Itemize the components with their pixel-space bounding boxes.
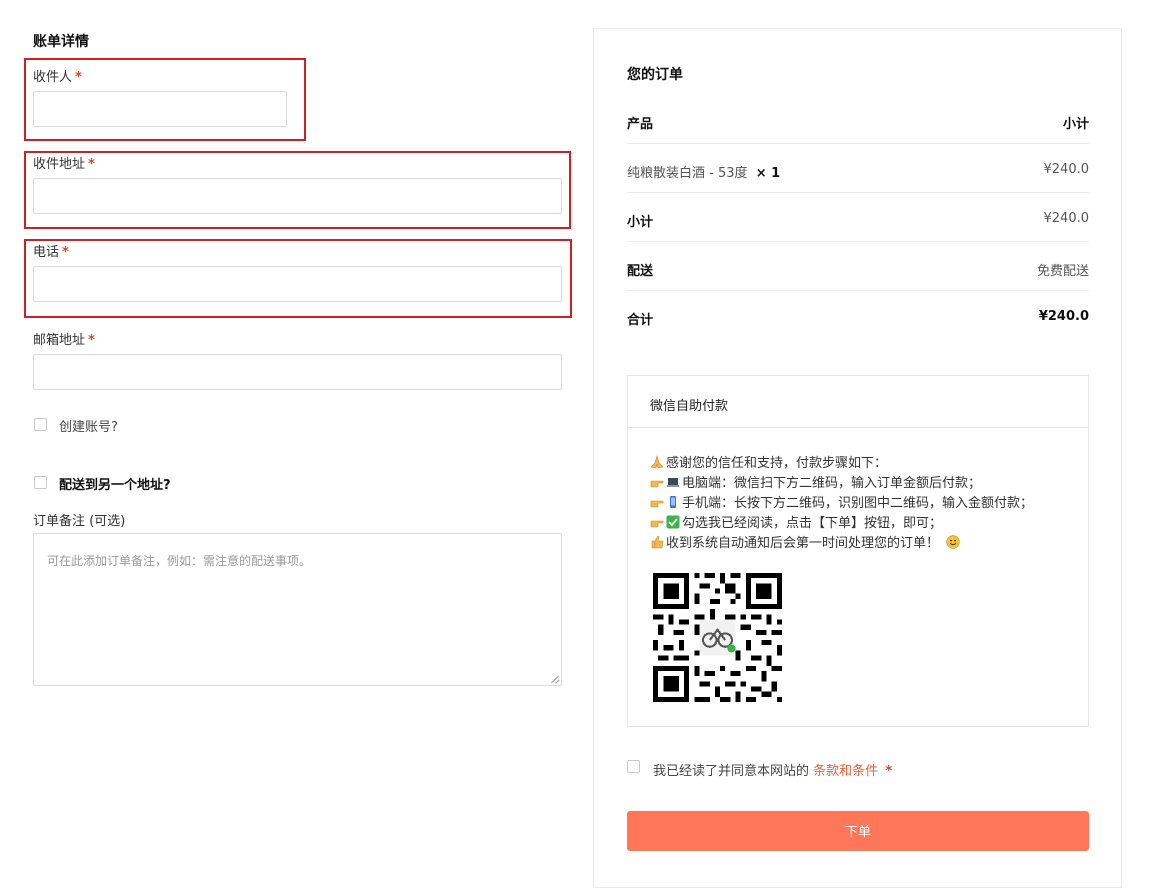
order-item-qty: × 1 <box>755 166 781 181</box>
order-item-row: 纯粮散装白酒 - 53度 × 1 ¥240.0 <box>627 144 1089 193</box>
terms-text: 我已经读了并同意本网站的 <box>653 764 810 779</box>
shipping-row: 配送 免费配送 <box>627 242 1089 291</box>
order-notes-textarea[interactable]: 可在此添加订单备注，例如：需注意的配送事项。 <box>33 533 562 686</box>
phone-icon <box>670 496 676 508</box>
shipping-value: 免费配送 <box>1036 264 1089 279</box>
subtotal-label: 小计 <box>627 215 654 230</box>
check-icon <box>666 515 680 529</box>
total-label: 合计 <box>627 313 654 328</box>
order-item-price: ¥240.0 <box>1043 162 1090 177</box>
shipping-label: 配送 <box>627 264 654 279</box>
payment-method-title: 微信自助付款 <box>650 399 729 414</box>
place-order-button[interactable]: 下单 <box>627 811 1089 851</box>
required-mark: * <box>885 764 893 779</box>
total-value: ¥240.0 <box>1038 309 1089 324</box>
ship-different-checkbox[interactable] <box>34 476 47 489</box>
required-mark: * <box>75 70 82 85</box>
create-account-label[interactable]: 创建账号? <box>59 416 118 435</box>
pointing-hand-icon <box>650 500 664 508</box>
payment-method-header[interactable]: 微信自助付款 <box>628 376 1088 428</box>
terms-label: 我已经读了并同意本网站的 条款和条件 * <box>653 760 892 779</box>
order-notes-label: 订单备注 (可选) <box>33 514 126 529</box>
order-item-name: 纯粮散装白酒 - 53度 <box>627 166 748 181</box>
payment-instruction-line: 手机端：长按下方二维码，识别图中二维码，输入金额付款； <box>650 492 1033 511</box>
order-item-product: 纯粮散装白酒 - 53度 × 1 <box>627 162 780 181</box>
laptop-icon <box>667 478 679 487</box>
payment-instruction-line: 感谢您的信任和支持，付款步骤如下： <box>650 452 887 471</box>
terms-link[interactable]: 条款和条件 <box>813 764 878 779</box>
terms-checkbox[interactable] <box>627 760 640 773</box>
ship-different-label[interactable]: 配送到另一个地址? <box>59 474 171 493</box>
payment-instruction-line: 勾选我已经阅读，点击【下单】按钮，即可； <box>650 512 942 531</box>
email-label: 邮箱地址 * <box>33 333 95 348</box>
resize-handle-icon[interactable] <box>551 675 559 683</box>
payment-qr-code <box>653 573 782 702</box>
subtotal-row: 小计 ¥240.0 <box>627 193 1089 242</box>
order-table-header: 产品 小计 <box>627 95 1089 144</box>
total-row: 合计 ¥240.0 <box>627 291 1089 340</box>
required-mark: * <box>88 157 95 172</box>
recipient-input[interactable] <box>33 91 287 127</box>
smile-icon <box>946 535 960 549</box>
subtotal-value: ¥240.0 <box>1043 211 1090 226</box>
required-mark: * <box>88 333 95 348</box>
subtotal-column-header: 小计 <box>1062 117 1089 132</box>
payment-instruction-line: 电脑端：微信扫下方二维码，输入订单金额后付款； <box>650 472 981 491</box>
phone-input[interactable] <box>33 266 562 302</box>
pointing-hand-icon <box>650 480 664 488</box>
billing-title: 账单详情 <box>33 34 89 50</box>
recipient-label: 收件人 * <box>33 70 82 85</box>
product-column-header: 产品 <box>627 117 654 132</box>
required-mark: * <box>62 245 69 260</box>
order-notes-placeholder: 可在此添加订单备注，例如：需注意的配送事项。 <box>47 554 312 568</box>
create-account-checkbox[interactable] <box>34 418 47 431</box>
payment-instruction-line: 收到系统自动通知后会第一时间处理您的订单！ <box>650 532 962 551</box>
thumbs-up-icon <box>651 535 664 549</box>
pointing-hand-icon <box>650 520 664 528</box>
order-title: 您的订单 <box>627 67 683 83</box>
phone-label: 电话 * <box>33 245 69 260</box>
address-input[interactable] <box>33 178 562 214</box>
wechat-payment-box: 微信自助付款 感谢您的信任和支持，付款步骤如下： 电脑端：微信扫下方二维码，输入… <box>627 375 1089 727</box>
pray-icon <box>650 455 664 469</box>
address-label: 收件地址 * <box>33 157 95 172</box>
email-input[interactable] <box>33 354 562 390</box>
